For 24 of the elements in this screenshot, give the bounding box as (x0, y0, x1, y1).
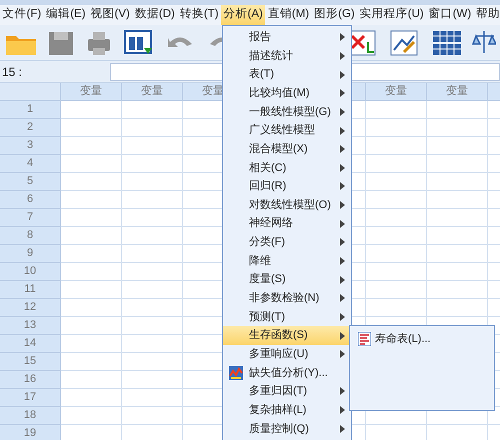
menu-item-label: 对数线性模型(O) (249, 198, 331, 213)
menu-item-label: 生存函数(S) (249, 328, 308, 344)
cell-reference: 15 : (1, 64, 24, 80)
menu-item-label: 混合模型(X) (249, 142, 308, 157)
menu-item-label: 相关(C) (249, 160, 286, 176)
menu-item-label: 表(T) (249, 67, 274, 82)
menu-item-label: 描述统计 (249, 48, 293, 64)
menu-item-label: 神经网络 (249, 216, 293, 232)
menu-item-label: 多重响应(U) (249, 346, 308, 362)
menu-item-label: 缺失值分析(Y)... (249, 366, 328, 381)
menu-item-label: 非参数检验(N) (249, 291, 320, 306)
submenu-item-label: 寿命表(L)... (375, 332, 431, 347)
menu-item-label: 质量控制(Q) (249, 422, 309, 437)
menu-item-label: 度量(S) (249, 272, 286, 288)
menu-item-label: 分类(F) (249, 235, 286, 250)
menu-item-label: 回归(R) (249, 179, 286, 194)
menu-item-label: 比较均值(M) (249, 86, 310, 101)
menu-item-label: 一般线性模型(G) (249, 104, 331, 120)
menu-item-label: 广义线性模型 (249, 122, 315, 138)
menu-item-label: 报告 (249, 30, 271, 46)
menu-item-label: 预测(T) (249, 310, 286, 325)
menu-item-label: 复杂抽样(L) (249, 402, 306, 418)
menu-item-label: 多重归因(T) (249, 384, 308, 400)
menu-item-label: 降维 (249, 254, 271, 269)
